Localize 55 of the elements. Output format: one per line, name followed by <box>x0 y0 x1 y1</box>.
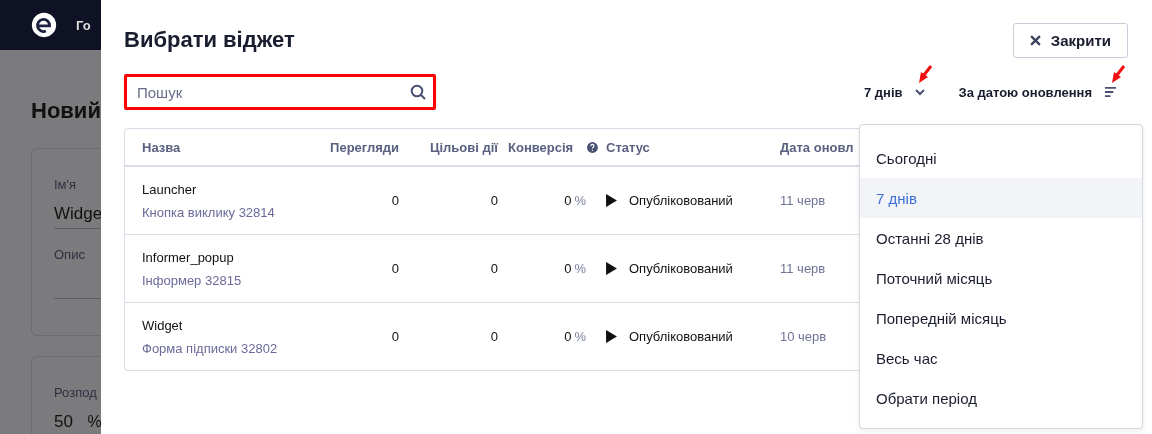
column-header: Назва <box>142 139 181 155</box>
table-cell: 0 <box>391 193 399 208</box>
widget-type: Форма підписки 32802 <box>142 340 279 356</box>
field-label: Опис <box>54 247 86 262</box>
table-cell: 0 <box>490 193 498 208</box>
status-label: Опубліковований <box>629 329 733 344</box>
field-label: Розпод <box>54 385 98 400</box>
logo-icon <box>30 11 58 39</box>
percent-sign: % <box>574 329 586 344</box>
status-label: Опубліковований <box>629 261 733 276</box>
status-label: Опубліковований <box>629 193 733 208</box>
table-cell: 0 <box>564 193 572 208</box>
date-label: 11 черв <box>780 193 826 208</box>
menu-item[interactable]: Весь час <box>860 338 1142 378</box>
table-cell: 0 <box>564 329 572 344</box>
percent-sign: % <box>574 261 586 276</box>
table-cell: 0 <box>391 329 399 344</box>
widget-name: Launcher <box>142 181 198 197</box>
menu-item[interactable]: 7 днів <box>860 178 1142 218</box>
unit-label: % <box>87 413 101 430</box>
search-icon <box>410 84 426 100</box>
widget-type: Інформер 32815 <box>142 272 243 288</box>
search-field[interactable]: Пошук <box>124 74 436 110</box>
help-icon[interactable] <box>587 140 598 154</box>
annotation-arrow-icon <box>917 65 933 85</box>
play-icon <box>606 262 617 275</box>
column-header: Перегляди <box>330 139 399 155</box>
menu-item[interactable]: Обрати період <box>860 378 1142 418</box>
column-header: Дата оновл <box>780 139 854 155</box>
play-icon <box>606 330 617 343</box>
field-label: Ім'я <box>54 177 78 192</box>
sort-icon <box>1104 86 1117 98</box>
period-dropdown[interactable]: 7 днів <box>863 84 925 100</box>
dialog-title: Вибрати віджет <box>124 27 295 53</box>
table-cell: 0 <box>564 261 572 276</box>
date-label: 10 черв <box>780 329 827 344</box>
play-icon <box>606 194 617 207</box>
column-header: Цільові дії <box>429 139 498 155</box>
annotation-arrow-icon <box>1110 65 1126 85</box>
table-cell: 0 <box>490 261 498 276</box>
sort-button[interactable]: За датою оновлення <box>958 84 1117 100</box>
column-header: Статус <box>606 139 650 155</box>
close-icon <box>1029 34 1041 46</box>
input-field[interactable]: 50 <box>54 408 79 434</box>
widget-type: Кнопка виклику 32814 <box>142 204 276 220</box>
table-cell: 0 <box>391 261 399 276</box>
date-label: 11 черв <box>780 261 826 276</box>
table-cell: 0 <box>490 329 498 344</box>
percent-sign: % <box>574 193 586 208</box>
widget-name: Informer_popup <box>142 249 235 265</box>
close-button[interactable]: Закрити <box>1012 22 1128 58</box>
column-header: Конверсія <box>508 139 574 155</box>
nav-link[interactable]: Го <box>76 17 91 33</box>
page-heading: Новий <box>31 98 101 124</box>
widget-name: Widget <box>142 317 184 333</box>
